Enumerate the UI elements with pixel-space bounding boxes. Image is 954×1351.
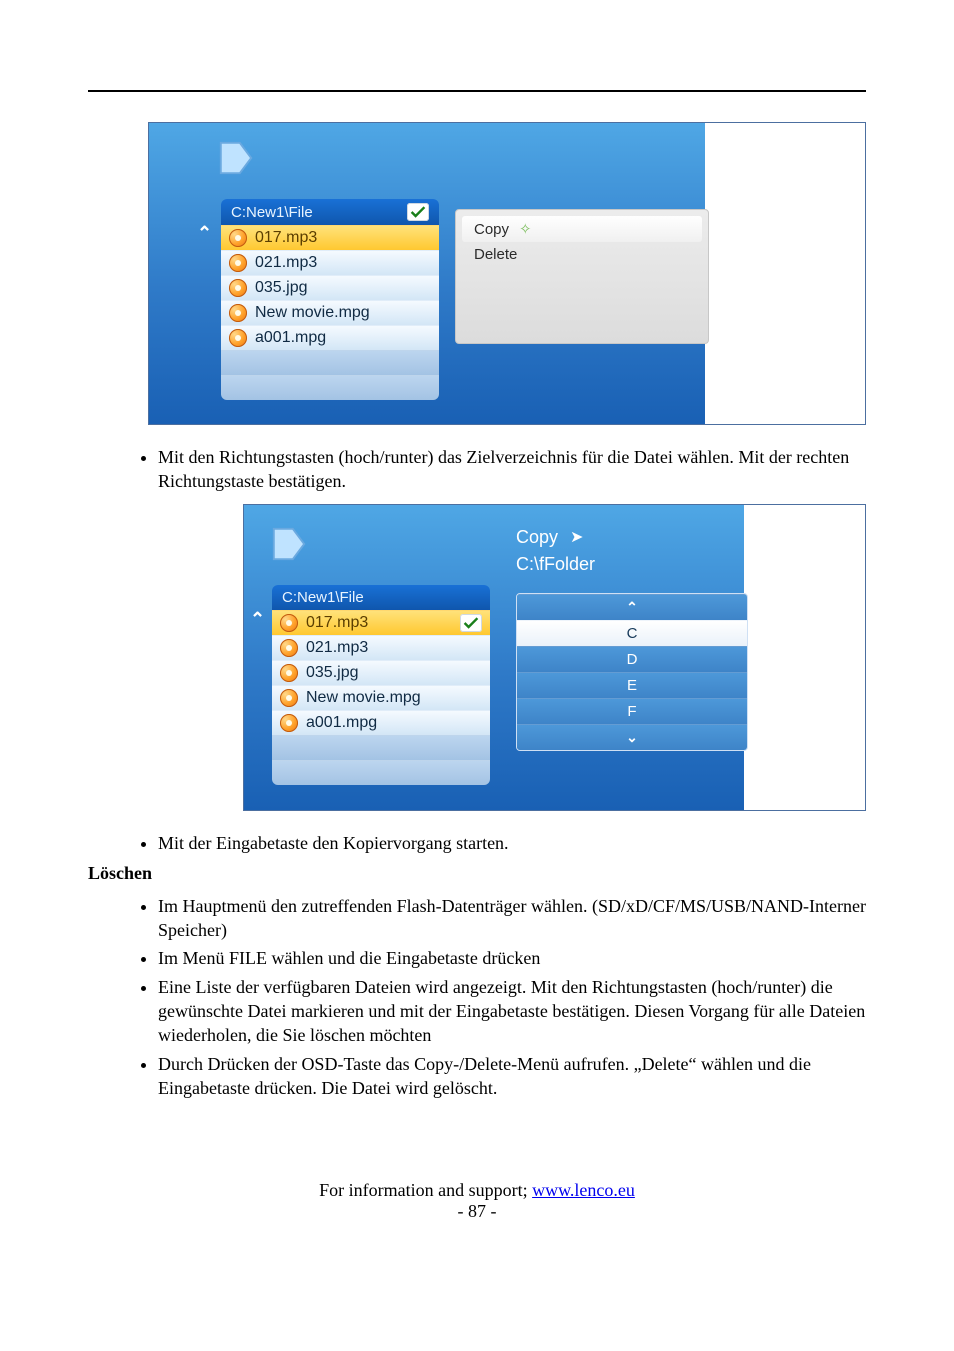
file-path: C:New1\File [231,204,313,221]
cursor-icon: ➤ [570,527,583,547]
empty-row [221,350,439,375]
file-row[interactable]: a001.mpg [272,710,490,735]
file-name: New movie.mpg [255,304,370,322]
file-name: a001.mpg [306,714,377,732]
instruction-bullet: Im Hauptmenü den zutreffenden Flash-Date… [158,894,866,943]
tag-icon [270,525,308,563]
empty-row [221,375,439,400]
empty-row [272,760,490,785]
file-row[interactable]: 017.mp3 [221,225,439,250]
media-disc-icon [280,614,298,632]
media-disc-icon [229,254,247,272]
media-disc-icon [229,229,247,247]
file-name: 035.jpg [255,279,308,297]
media-disc-icon [229,304,247,322]
file-name: 017.mp3 [255,229,317,247]
delete-instruction-list: Im Hauptmenü den zutreffenden Flash-Date… [88,894,866,1100]
dest-title: Copy [516,527,558,548]
instruction-bullet: Eine Liste der verfügbaren Dateien wird … [158,975,866,1048]
media-disc-icon [280,689,298,707]
instruction-list: Mit der Eingabetaste den Kopiervorgang s… [88,831,866,855]
file-name: 021.mp3 [306,639,368,657]
media-disc-icon [229,329,247,347]
media-disc-icon [229,279,247,297]
up-arrow-icon: ⌃ [250,609,265,630]
instruction-bullet: Im Menü FILE wählen und die Eingabetaste… [158,946,866,970]
file-row[interactable]: a001.mpg [221,325,439,350]
instruction-bullet: Mit den Richtungstasten (hoch/runter) da… [158,445,866,494]
file-name: 035.jpg [306,664,359,682]
screenshot-destination: ⌃ C:New1\File 017.mp3 021.mp3 [243,504,866,811]
scroll-down-button[interactable]: ⌄ [517,724,747,750]
footer-link[interactable]: www.lenco.eu [532,1180,635,1200]
menu-label: Copy [474,221,509,238]
drive-item[interactable]: C [517,620,747,646]
menu-item-copy[interactable]: Copy ✧ [462,216,702,242]
footer-info: For information and support; [319,1180,532,1200]
up-arrow-icon: ⌃ [197,223,212,244]
menu-item-delete[interactable]: Delete [462,242,702,267]
page-footer: For information and support; www.lenco.e… [88,1180,866,1222]
check-icon [407,203,429,221]
file-row[interactable]: 035.jpg [272,660,490,685]
file-name: a001.mpg [255,329,326,347]
instruction-list: Mit den Richtungstasten (hoch/runter) da… [88,445,866,494]
scroll-up-button[interactable]: ⌃ [517,594,747,620]
file-list-panel: C:New1\File 017.mp3 021.mp3 035.jpg [221,199,439,400]
empty-row [272,735,490,760]
file-name: 017.mp3 [306,614,368,632]
file-name: 021.mp3 [255,254,317,272]
sparkle-icon: ✧ [519,220,532,238]
file-row[interactable]: 021.mp3 [272,635,490,660]
destination-panel: Copy ➤ C:\fFolder ⌃ C D E F ⌄ [516,527,748,751]
drive-item[interactable]: F [517,698,747,724]
file-row[interactable]: 021.mp3 [221,250,439,275]
media-disc-icon [280,714,298,732]
file-path: C:New1\File [282,589,364,606]
file-name: New movie.mpg [306,689,421,707]
check-icon [460,614,482,632]
menu-label: Delete [474,246,517,263]
media-disc-icon [280,664,298,682]
drive-list: ⌃ C D E F ⌄ [516,593,748,751]
media-disc-icon [280,639,298,657]
drive-item[interactable]: E [517,672,747,698]
file-row[interactable]: New movie.mpg [221,300,439,325]
file-list-header: C:New1\File [221,199,439,225]
section-heading-delete: Löschen [88,863,866,884]
instruction-bullet: Mit der Eingabetaste den Kopiervorgang s… [158,831,866,855]
file-row[interactable]: New movie.mpg [272,685,490,710]
file-row[interactable]: 017.mp3 [272,610,490,635]
horizontal-rule [88,90,866,92]
context-menu: Copy ✧ Delete [455,209,709,344]
file-row[interactable]: 035.jpg [221,275,439,300]
file-list-panel: C:New1\File 017.mp3 021.mp3 [272,585,490,785]
file-list-header: C:New1\File [272,585,490,610]
drive-item[interactable]: D [517,646,747,672]
dest-path: C:\fFolder [516,554,748,575]
screenshot-copy-menu: ⌃ C:New1\File 017.mp3 021.mp3 [148,122,866,425]
tag-icon [217,139,255,177]
instruction-bullet: Durch Drücken der OSD-Taste das Copy-/De… [158,1052,866,1101]
page-number: - 87 - [88,1201,866,1222]
